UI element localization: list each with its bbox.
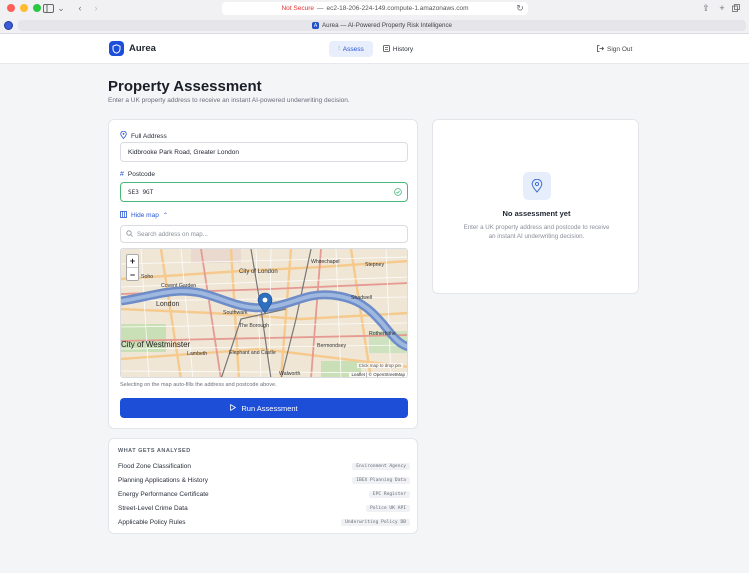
map-search-placeholder: Search address on map... bbox=[137, 230, 208, 238]
address-input[interactable]: Kidbrooke Park Road, Greater London bbox=[120, 142, 408, 162]
address-label: Full Address bbox=[120, 130, 167, 141]
map-label: Walworth bbox=[279, 371, 301, 377]
run-assessment-label: Run Assessment bbox=[241, 403, 298, 413]
maximize-window-button[interactable] bbox=[33, 4, 41, 12]
map-label: Stepney bbox=[365, 262, 384, 268]
map-label: City of Westminster bbox=[121, 340, 191, 349]
list-item: Flood Zone Classification Environment Ag… bbox=[118, 461, 410, 471]
nav-assess-label: Assess bbox=[342, 45, 364, 53]
page-title: Property Assessment bbox=[108, 78, 262, 95]
location-pin-icon bbox=[523, 172, 551, 200]
zoom-controls: + − bbox=[126, 254, 139, 281]
browser-chrome: ⌄ ‹ › Not Secure — ec2-18-206-224-149.co… bbox=[0, 0, 749, 34]
map-label: Rotherhithe bbox=[369, 331, 396, 337]
analysed-item-source: EPC Register bbox=[368, 490, 410, 498]
map-label: Southwark bbox=[223, 310, 248, 316]
empty-state-title: No assessment yet bbox=[502, 209, 571, 218]
brand-name[interactable]: Aurea bbox=[129, 43, 156, 54]
map-label: London bbox=[156, 301, 179, 308]
chart-icon: ⫶ bbox=[338, 45, 340, 52]
postcode-label: # Postcode bbox=[120, 171, 155, 178]
analysed-item-name: Planning Applications & History bbox=[118, 476, 208, 484]
map-label: Elephant and Castle bbox=[229, 350, 276, 356]
browser-tab[interactable]: A Aurea — AI-Powered Property Risk Intel… bbox=[18, 20, 746, 31]
map-label: Covent Garden bbox=[161, 283, 196, 289]
assessment-result-card: No assessment yet Enter a UK property ad… bbox=[432, 119, 639, 294]
sign-out-icon bbox=[597, 44, 605, 54]
list-item: Planning Applications & History IBEX Pla… bbox=[118, 475, 410, 485]
analysed-heading: WHAT GETS ANALYSED bbox=[118, 448, 191, 454]
postcode-label-text: Postcode bbox=[127, 171, 156, 178]
favicon-icon: A bbox=[312, 22, 319, 29]
map-tiles[interactable]: Whitechapel Stepney City of London Soho … bbox=[121, 249, 408, 378]
tab-overview-icon[interactable] bbox=[731, 2, 741, 14]
analysed-item-source: Police UK API bbox=[366, 504, 410, 512]
run-assessment-button[interactable]: Run Assessment bbox=[120, 398, 408, 418]
sign-out-label: Sign Out bbox=[607, 45, 633, 53]
map-label: Whitechapel bbox=[311, 259, 340, 265]
postcode-input[interactable]: SE3 9GT bbox=[120, 182, 408, 202]
map-attribution[interactable]: Leaflet | © OpenStreetMap bbox=[349, 372, 407, 377]
map-label: The Borough bbox=[239, 323, 269, 329]
address-bar[interactable]: Not Secure — ec2-18-206-224-149.compute-… bbox=[222, 2, 528, 15]
map-label: Soho bbox=[141, 274, 153, 280]
assessment-form-card: Full Address Kidbrooke Park Road, Greate… bbox=[108, 119, 418, 429]
postcode-value: SE3 9GT bbox=[128, 188, 154, 196]
minimize-window-button[interactable] bbox=[20, 4, 28, 12]
analysed-item-name: Energy Performance Certificate bbox=[118, 490, 209, 498]
list-item: Street-Level Crime Data Police UK API bbox=[118, 503, 410, 513]
history-icon bbox=[382, 44, 390, 54]
zoom-out-button[interactable]: − bbox=[127, 268, 138, 281]
map-note: Selecting on the map auto-fills the addr… bbox=[120, 382, 277, 388]
nav-tab-history[interactable]: History bbox=[378, 41, 418, 57]
check-circle-icon bbox=[394, 188, 402, 196]
map-label: City of London bbox=[239, 269, 278, 275]
analysed-item-source: Underwriting Policy DB bbox=[341, 518, 410, 526]
hash-icon: # bbox=[120, 171, 124, 178]
address-label-text: Full Address bbox=[131, 132, 167, 140]
analysed-item-name: Applicable Policy Rules bbox=[118, 518, 186, 526]
nav-history-label: History bbox=[392, 45, 414, 53]
play-icon bbox=[230, 403, 237, 413]
new-tab-icon[interactable]: + bbox=[717, 2, 727, 14]
back-icon[interactable]: ‹ bbox=[75, 2, 85, 14]
analysed-item-source: IBEX Planning Data bbox=[352, 476, 410, 484]
shield-logo-icon[interactable] bbox=[109, 41, 124, 56]
location-pin-icon bbox=[120, 130, 127, 141]
map-hint: Click map to drop pin bbox=[356, 363, 403, 368]
share-icon[interactable]: ⇪ bbox=[701, 2, 711, 14]
forward-icon[interactable]: › bbox=[91, 2, 101, 14]
hide-map-label: Hide map bbox=[131, 212, 159, 219]
analysed-item-name: Street-Level Crime Data bbox=[118, 504, 188, 512]
map-icon bbox=[120, 211, 127, 220]
map-label: Shadwell bbox=[351, 295, 372, 301]
not-secure-label: Not Secure bbox=[281, 5, 315, 12]
map-view[interactable]: Whitechapel Stepney City of London Soho … bbox=[120, 248, 408, 378]
chevron-up-icon: ⌃ bbox=[162, 213, 168, 219]
tab-title: Aurea — AI-Powered Property Risk Intelli… bbox=[322, 22, 452, 29]
search-icon bbox=[126, 229, 133, 239]
window-controls bbox=[7, 4, 41, 12]
close-window-button[interactable] bbox=[7, 4, 15, 12]
url-text: ec2-18-206-224-149.compute-1.amazonaws.c… bbox=[326, 5, 469, 12]
map-label: Lambeth bbox=[187, 351, 207, 357]
reload-icon[interactable]: ↻ bbox=[516, 2, 524, 14]
page-subtitle: Enter a UK property address to receive a… bbox=[108, 97, 350, 104]
app-header: Aurea ⫶ Assess History Sign Out bbox=[0, 34, 749, 64]
list-item: Energy Performance Certificate EPC Regis… bbox=[118, 489, 410, 499]
map-label: Bermondsey bbox=[317, 343, 347, 349]
analysed-item-source: Environment Agency bbox=[352, 462, 410, 470]
nav-tab-assess[interactable]: ⫶ Assess bbox=[329, 41, 373, 57]
sign-out-button[interactable]: Sign Out bbox=[597, 41, 639, 57]
list-item: Applicable Policy Rules Underwriting Pol… bbox=[118, 517, 410, 527]
hide-map-toggle[interactable]: Hide map ⌃ bbox=[120, 211, 168, 220]
empty-state-description: Enter a UK property address and postcode… bbox=[463, 224, 610, 240]
profile-icon[interactable] bbox=[4, 21, 13, 30]
map-search-input[interactable]: Search address on map... bbox=[120, 225, 408, 243]
what-gets-analysed-card: WHAT GETS ANALYSED Flood Zone Classifica… bbox=[108, 438, 418, 534]
analysed-item-name: Flood Zone Classification bbox=[118, 462, 191, 470]
sidebar-toggle-icon[interactable]: ⌄ bbox=[42, 2, 66, 14]
zoom-in-button[interactable]: + bbox=[127, 255, 138, 268]
